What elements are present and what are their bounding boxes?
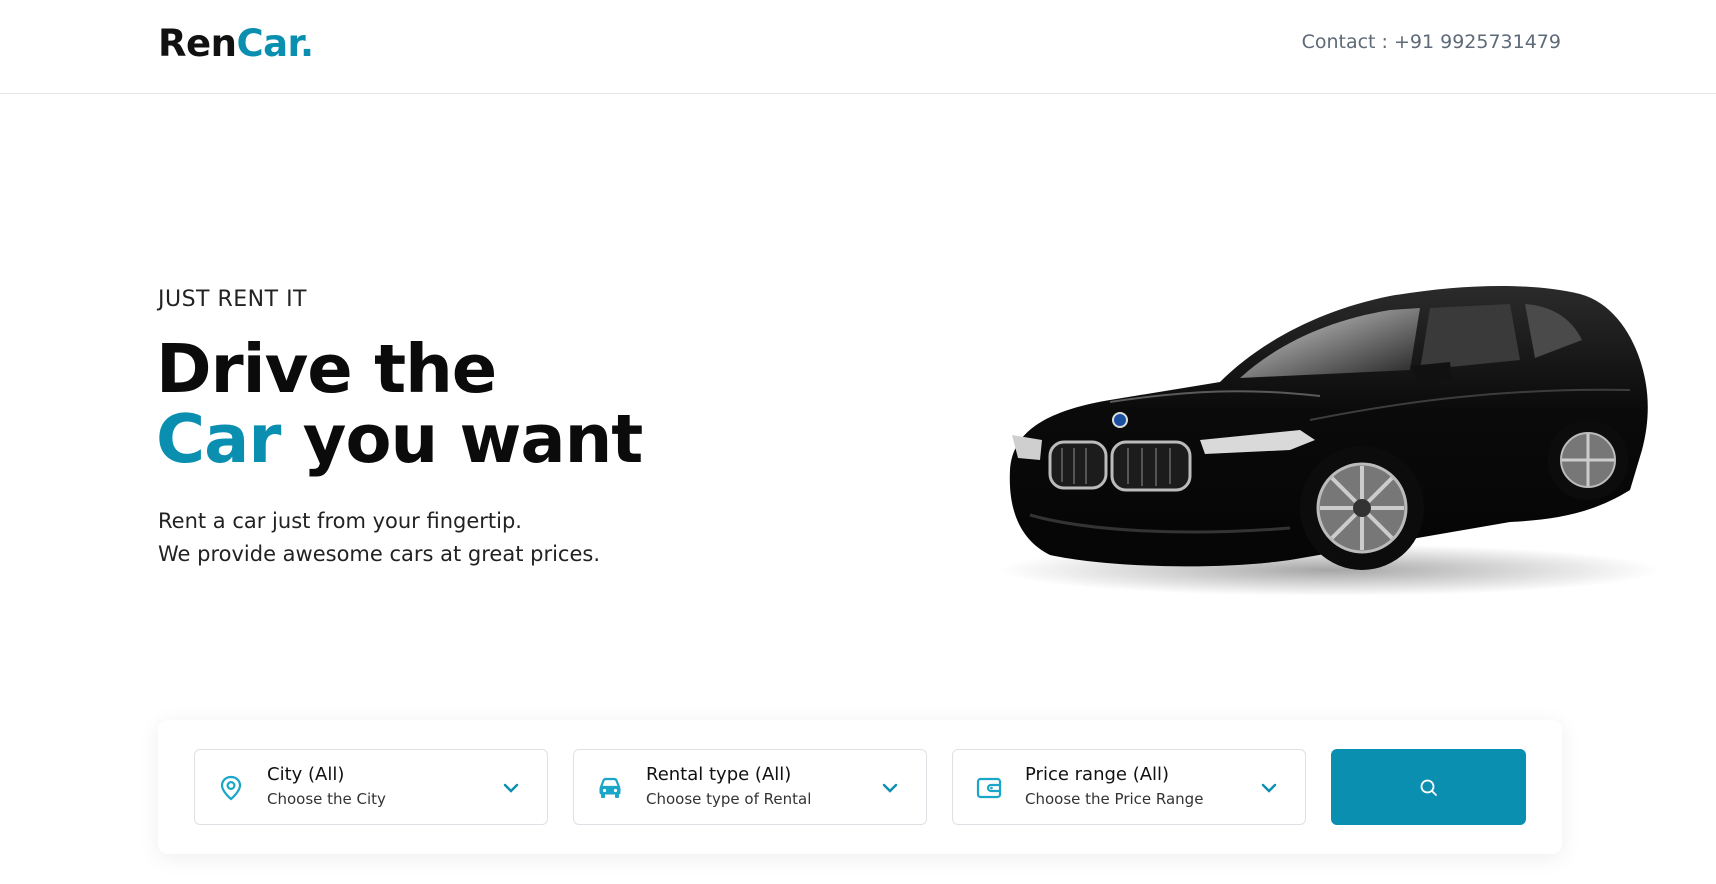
headline-line1: Drive the [156, 330, 497, 408]
subtext-line1: Rent a car just from your fingertip. [158, 509, 522, 533]
price-range-select[interactable]: Price range (All) Choose the Price Range [952, 749, 1306, 825]
chevron-down-icon [1261, 783, 1277, 793]
car-icon [599, 777, 621, 798]
headline-accent: Car [156, 400, 281, 478]
contact-info: Contact : +91 9925731479 [1301, 31, 1561, 53]
car-image [1000, 285, 1660, 596]
location-pin-icon [220, 775, 242, 801]
price-range-select-hint: Choose the Price Range [1025, 790, 1204, 808]
hero-subtext: Rent a car just from your fingertip. We … [158, 505, 600, 571]
logo[interactable]: RenCar. [158, 22, 314, 66]
subtext-line2: We provide awesome cars at great prices. [158, 542, 600, 566]
top-navbar: RenCar. Contact : +91 9925731479 [0, 0, 1716, 94]
hero-tagline: JUST RENT IT [158, 287, 307, 312]
city-select[interactable]: City (All) Choose the City [194, 749, 548, 825]
search-button[interactable] [1331, 749, 1526, 825]
city-select-title: City (All) [267, 764, 345, 785]
rental-type-select-title: Rental type (All) [646, 764, 792, 785]
headline-rest: you want [280, 400, 644, 478]
chevron-down-icon [503, 783, 519, 793]
logo-accent-text: Car. [236, 22, 314, 65]
rental-type-select-hint: Choose type of Rental [646, 790, 812, 808]
rental-type-select[interactable]: Rental type (All) Choose type of Rental [573, 749, 927, 825]
headline-line2: Car you want [156, 404, 643, 474]
price-range-select-title: Price range (All) [1025, 764, 1170, 785]
city-select-hint: Choose the City [267, 790, 386, 808]
search-panel: City (All) Choose the City Rental type (… [158, 720, 1562, 854]
search-icon [1420, 779, 1437, 796]
wallet-icon [976, 777, 1002, 799]
chevron-down-icon [882, 783, 898, 793]
hero-headline: Drive the Car you want [156, 330, 643, 474]
logo-text: Ren [158, 22, 237, 65]
